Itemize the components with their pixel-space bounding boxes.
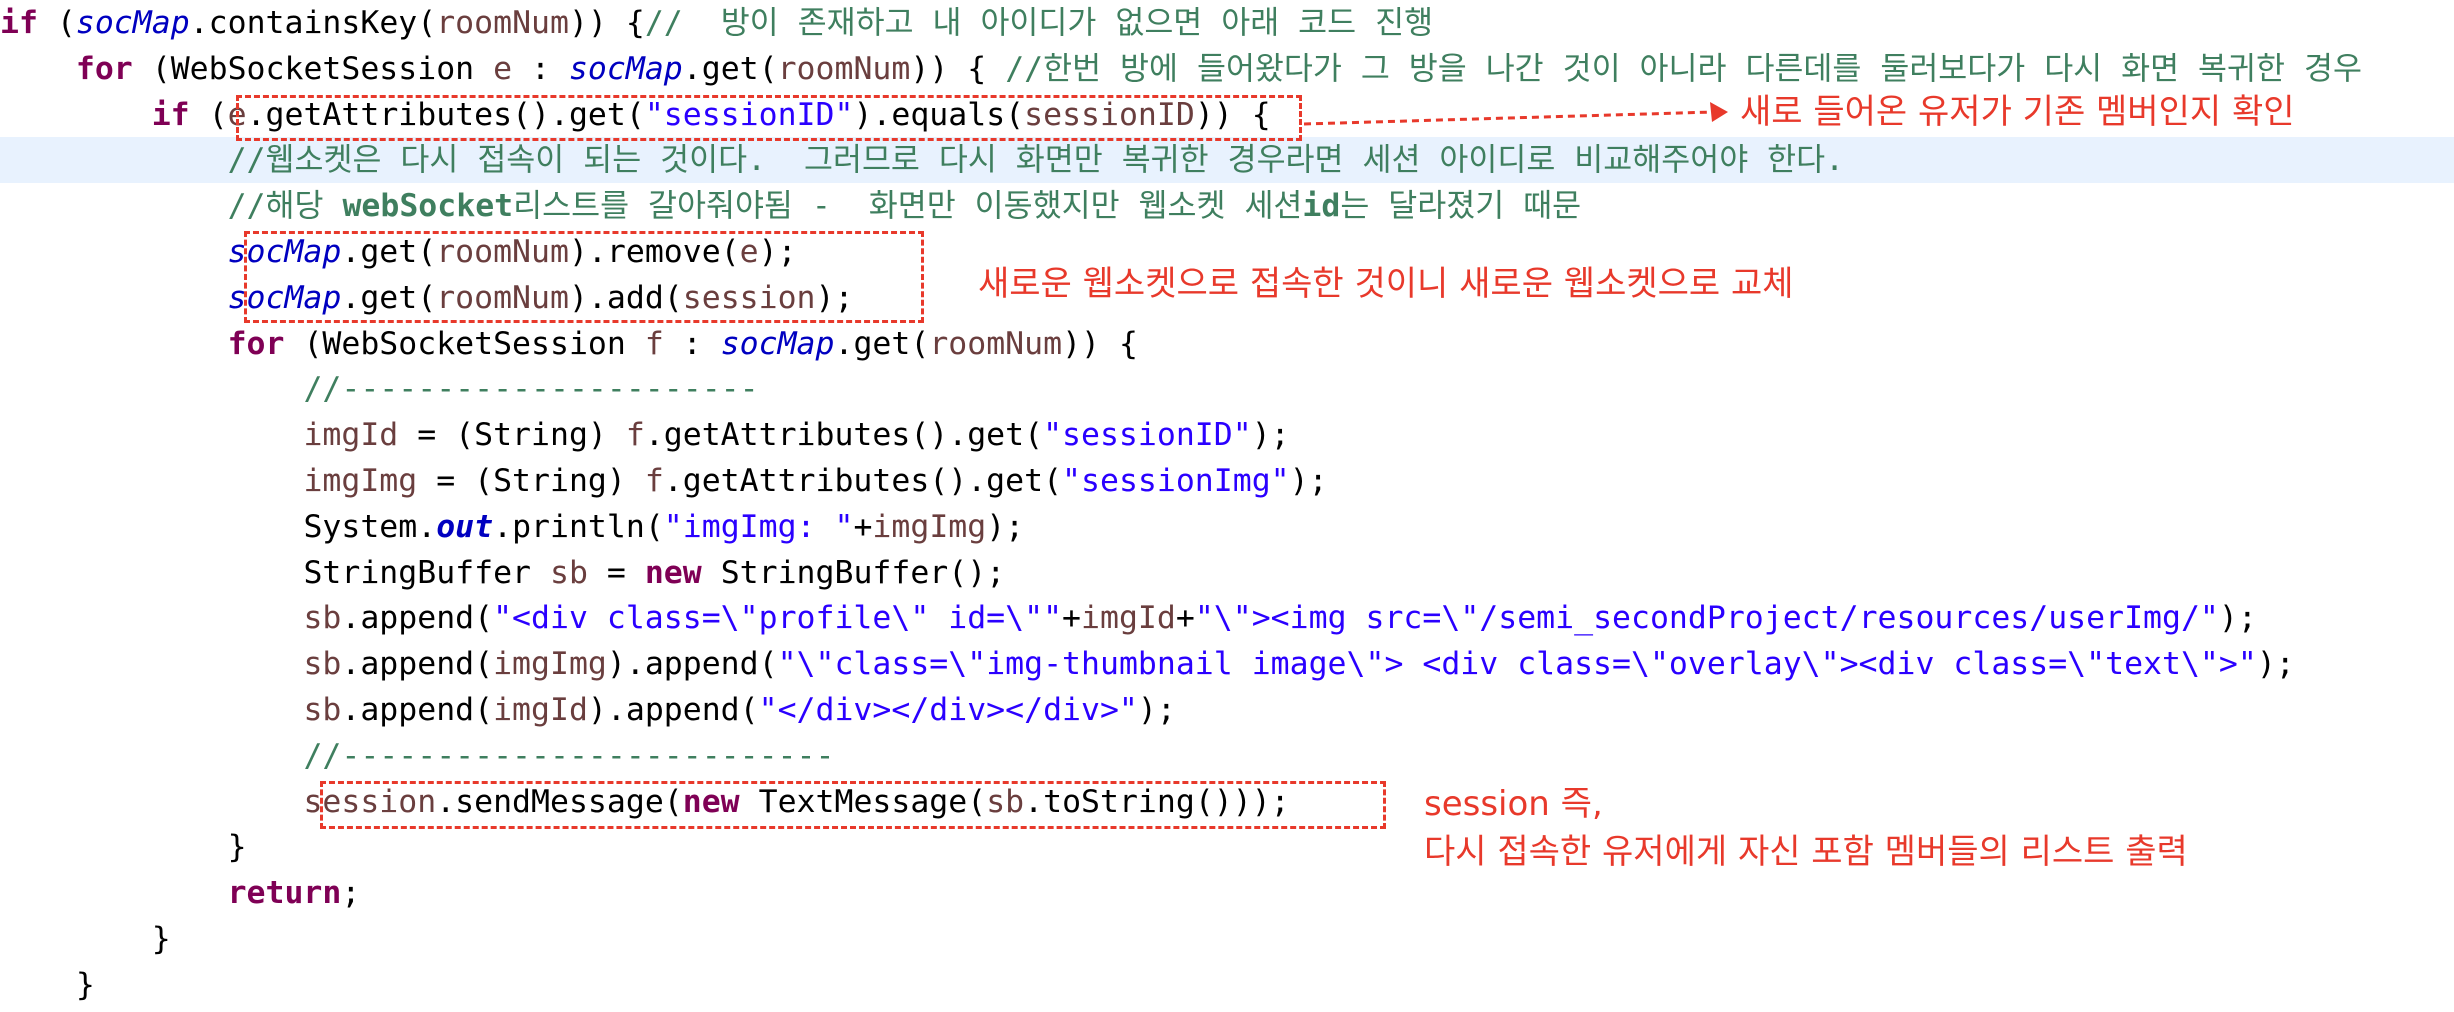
annotation-member-check: 새로 들어온 유저가 기존 멤버인지 확인	[1740, 92, 2295, 132]
annotation-replace-socket: 새로운 웹소켓으로 접속한 것이니 새로운 웹소켓으로 교체	[978, 264, 1794, 304]
annotation-session-line1: session 즉,	[1424, 784, 1603, 824]
code-editor[interactable]: if (socMap.containsKey(roomNum)) {// 방이 …	[0, 0, 2454, 1012]
annotation-session-line2: 다시 접속한 유저에게 자신 포함 멤버들의 리스트 출력	[1424, 832, 2188, 872]
